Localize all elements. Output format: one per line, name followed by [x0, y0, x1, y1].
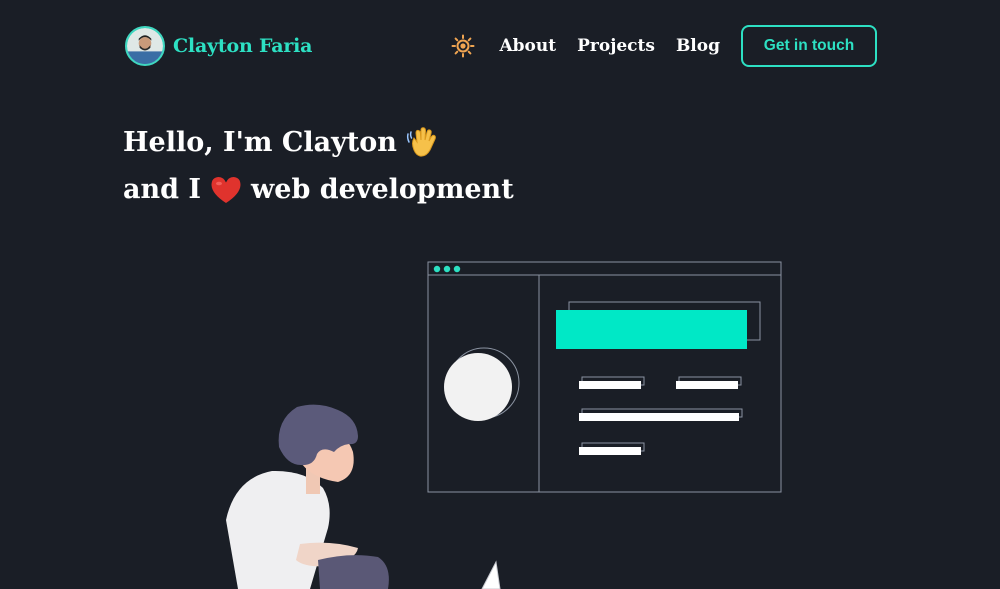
hero-illustration: [226, 261, 782, 589]
person-figure: [226, 404, 501, 589]
browser-mockup: [427, 261, 782, 493]
